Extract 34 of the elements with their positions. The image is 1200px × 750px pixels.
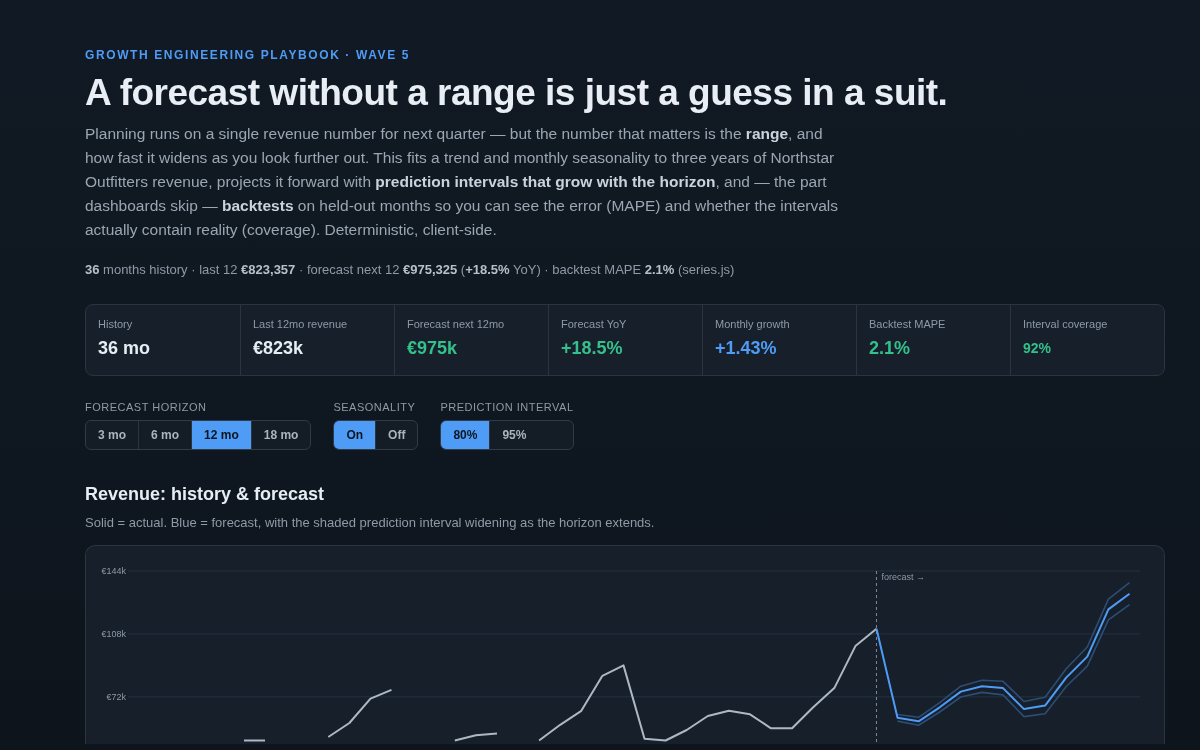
stat-value: +1.43% (715, 338, 778, 359)
chart-subtitle: Solid = actual. Blue = forecast, with the shaded prediction interval widening as the horizon extends. (85, 515, 656, 530)
summary-line: 36 months history · last 12 €823,357 · forecast next 12 €975,325 (+18.5% YoY) · backtest MAPE 2.1% (series.js) (85, 261, 736, 279)
y-axis-label: €108k (101, 628, 126, 639)
control-label: FORECAST HORIZON (85, 401, 208, 413)
segment-button[interactable]: 12 mo (191, 421, 251, 449)
intro-paragraph: Planning runs on a single revenue number for next quarter — but the number that matters is the range, and how fast it widens as you look further out. This fits a trend and monthly seasonality to three years of Northstar Outfitters revenue, projects it forward with prediction intervals that grow with the horizon, and — the part dashboards skip — backtests on held-out months so you can see the error (MAPE) and whether the intervals actually contain reality (coverage). Deterministic, client-side. (85, 124, 840, 240)
segment-button[interactable]: 95% (489, 421, 539, 449)
y-axis-label: €144k (101, 566, 126, 576)
stat-label: Forecast YoY (561, 318, 628, 330)
stat-value: +18.5% (561, 338, 624, 359)
segment-button[interactable]: 80% (441, 421, 490, 449)
chart-title: Revenue: history & forecast (85, 484, 326, 505)
stat-value: €975k (407, 338, 459, 359)
page-title: A forecast without a range is just a guess in a suit. (85, 72, 949, 114)
segment-button[interactable]: On (334, 421, 376, 449)
segment-button[interactable]: 3 mo (86, 421, 138, 449)
stat-label: Backtest MAPE (869, 318, 947, 330)
y-axis-label: €72k (106, 691, 126, 702)
eyebrow-label: GROWTH ENGINEERING PLAYBOOK · WAVE 5 (85, 48, 411, 62)
stat-value: €823k (253, 338, 305, 359)
segment-button[interactable]: 18 mo (250, 421, 311, 449)
stat-label: Interval coverage (1023, 318, 1109, 330)
stat-label: Forecast next 12mo (407, 318, 506, 330)
stat-label: Monthly growth (715, 318, 791, 330)
forecast-label: forecast → (881, 572, 925, 582)
stat-value: 2.1% (869, 338, 912, 359)
control-label: SEASONALITY (333, 401, 417, 413)
stat-value: 92% (1023, 340, 1053, 356)
control-label: PREDICTION INTERVAL (440, 401, 574, 413)
stat-label: History (98, 318, 134, 330)
stat-label: Last 12mo revenue (253, 318, 349, 330)
segment-button[interactable]: Off (375, 421, 418, 449)
stat-value: 36 mo (98, 338, 152, 359)
